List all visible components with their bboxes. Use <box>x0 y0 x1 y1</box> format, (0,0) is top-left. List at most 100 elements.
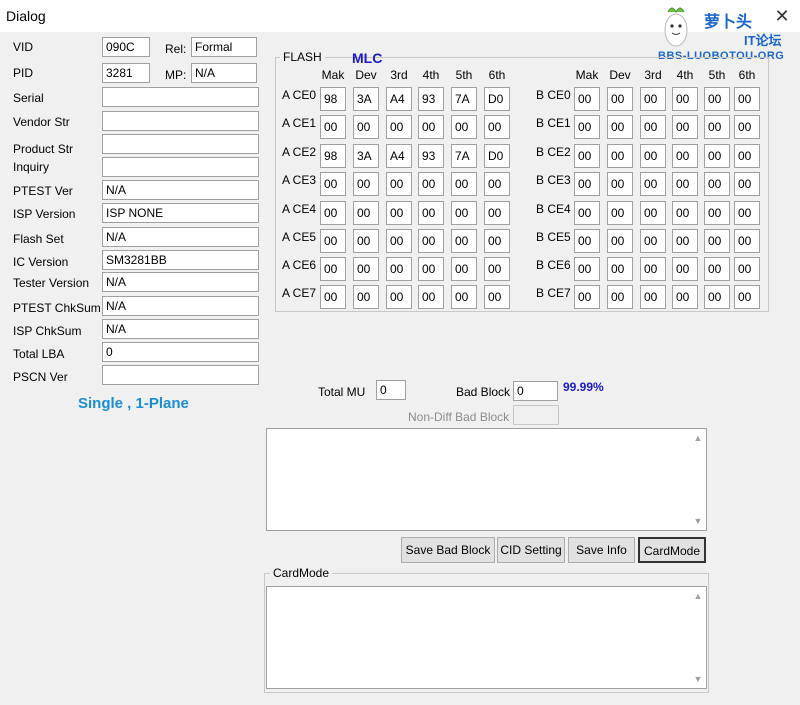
flash-b-id-cell[interactable]: 00 <box>734 87 760 111</box>
ic-version-field[interactable]: SM3281BB <box>102 250 259 270</box>
flash-a-id-cell[interactable]: 00 <box>320 172 346 196</box>
flash-a-id-cell[interactable]: 00 <box>353 201 379 225</box>
flash-a-id-cell[interactable]: 00 <box>484 201 510 225</box>
flash-b-id-cell[interactable]: 00 <box>704 285 730 309</box>
flash-a-id-cell[interactable]: A4 <box>386 87 412 111</box>
flash-a-id-cell[interactable]: 00 <box>451 229 477 253</box>
flash-a-id-cell[interactable]: 00 <box>320 115 346 139</box>
flash-b-id-cell[interactable]: 00 <box>704 257 730 281</box>
flash-a-id-cell[interactable]: 00 <box>386 201 412 225</box>
flash-b-id-cell[interactable]: 00 <box>607 285 633 309</box>
flash-a-id-cell[interactable]: 00 <box>320 201 346 225</box>
flash-b-id-cell[interactable]: 00 <box>640 172 666 196</box>
flash-b-id-cell[interactable]: 00 <box>607 172 633 196</box>
ptest-ver-field[interactable]: N/A <box>102 180 259 200</box>
cardmode-textarea[interactable]: ▲ ▼ <box>266 586 707 689</box>
flash-b-id-cell[interactable]: 00 <box>640 257 666 281</box>
flash-a-id-cell[interactable]: 00 <box>353 285 379 309</box>
flash-a-id-cell[interactable]: 00 <box>451 257 477 281</box>
flash-b-id-cell[interactable]: 00 <box>734 229 760 253</box>
flash-b-id-cell[interactable]: 00 <box>672 229 698 253</box>
flash-b-id-cell[interactable]: 00 <box>672 285 698 309</box>
ptest-chksum-field[interactable]: N/A <box>102 296 259 316</box>
flash-b-id-cell[interactable]: 00 <box>607 201 633 225</box>
flash-b-id-cell[interactable]: 00 <box>574 257 600 281</box>
product-str-field[interactable] <box>102 134 259 154</box>
flash-b-id-cell[interactable]: 00 <box>607 115 633 139</box>
cardmode-scrollbar[interactable]: ▲ ▼ <box>690 587 706 688</box>
flash-b-id-cell[interactable]: 00 <box>640 115 666 139</box>
flash-a-id-cell[interactable]: 00 <box>484 257 510 281</box>
flash-b-id-cell[interactable]: 00 <box>704 115 730 139</box>
flash-a-id-cell[interactable]: 00 <box>353 229 379 253</box>
flash-b-id-cell[interactable]: 00 <box>672 201 698 225</box>
flash-b-id-cell[interactable]: 00 <box>574 87 600 111</box>
flash-b-id-cell[interactable]: 00 <box>640 229 666 253</box>
flash-b-id-cell[interactable]: 00 <box>704 87 730 111</box>
flash-b-id-cell[interactable]: 00 <box>734 285 760 309</box>
flash-a-id-cell[interactable]: 00 <box>320 257 346 281</box>
flash-a-id-cell[interactable]: 3A <box>353 87 379 111</box>
scroll-down-icon[interactable]: ▼ <box>693 516 703 526</box>
flash-b-id-cell[interactable]: 00 <box>672 257 698 281</box>
flash-a-id-cell[interactable]: 98 <box>320 87 346 111</box>
flash-b-id-cell[interactable]: 00 <box>640 87 666 111</box>
flash-a-id-cell[interactable]: D0 <box>484 144 510 168</box>
flash-b-id-cell[interactable]: 00 <box>607 144 633 168</box>
flash-b-id-cell[interactable]: 00 <box>574 285 600 309</box>
flash-a-id-cell[interactable]: 00 <box>386 285 412 309</box>
serial-field[interactable] <box>102 87 259 107</box>
flash-a-id-cell[interactable]: 00 <box>418 257 444 281</box>
flash-b-id-cell[interactable]: 00 <box>640 201 666 225</box>
close-icon[interactable]: ✕ <box>772 6 792 26</box>
inquiry-field[interactable] <box>102 157 259 177</box>
flash-a-id-cell[interactable]: 00 <box>320 285 346 309</box>
flash-b-id-cell[interactable]: 00 <box>704 144 730 168</box>
flash-a-id-cell[interactable]: 00 <box>386 172 412 196</box>
flash-a-id-cell[interactable]: 00 <box>386 115 412 139</box>
flash-b-id-cell[interactable]: 00 <box>734 201 760 225</box>
flash-a-id-cell[interactable]: 00 <box>418 285 444 309</box>
flash-b-id-cell[interactable]: 00 <box>607 229 633 253</box>
flash-a-id-cell[interactable]: 00 <box>451 172 477 196</box>
flash-a-id-cell[interactable]: 00 <box>484 115 510 139</box>
flash-a-id-cell[interactable]: 00 <box>320 229 346 253</box>
flash-b-id-cell[interactable]: 00 <box>607 87 633 111</box>
flash-a-id-cell[interactable]: 00 <box>418 201 444 225</box>
flash-b-id-cell[interactable]: 00 <box>704 229 730 253</box>
flash-b-id-cell[interactable]: 00 <box>574 229 600 253</box>
flash-a-id-cell[interactable]: 00 <box>386 229 412 253</box>
flash-a-id-cell[interactable]: 00 <box>451 285 477 309</box>
log-scrollbar[interactable]: ▲ ▼ <box>690 429 706 530</box>
flash-b-id-cell[interactable]: 00 <box>734 172 760 196</box>
tester-version-field[interactable]: N/A <box>102 272 259 292</box>
flash-b-id-cell[interactable]: 00 <box>734 115 760 139</box>
flash-b-id-cell[interactable]: 00 <box>734 144 760 168</box>
flash-a-id-cell[interactable]: 00 <box>451 115 477 139</box>
flash-a-id-cell[interactable]: 00 <box>418 229 444 253</box>
flash-a-id-cell[interactable]: 93 <box>418 87 444 111</box>
flash-b-id-cell[interactable]: 00 <box>640 144 666 168</box>
flash-a-id-cell[interactable]: 00 <box>418 172 444 196</box>
bad-block-field[interactable]: 0 <box>513 381 558 401</box>
rel-field[interactable]: Formal <box>191 37 257 57</box>
save-info-button[interactable]: Save Info <box>568 537 635 563</box>
flash-set-field[interactable]: N/A <box>102 227 259 247</box>
flash-a-id-cell[interactable]: 7A <box>451 87 477 111</box>
flash-a-id-cell[interactable]: 00 <box>451 201 477 225</box>
flash-b-id-cell[interactable]: 00 <box>640 285 666 309</box>
flash-b-id-cell[interactable]: 00 <box>574 115 600 139</box>
flash-b-id-cell[interactable]: 00 <box>672 144 698 168</box>
flash-b-id-cell[interactable]: 00 <box>704 201 730 225</box>
flash-b-id-cell[interactable]: 00 <box>574 144 600 168</box>
flash-a-id-cell[interactable]: 00 <box>353 172 379 196</box>
flash-a-id-cell[interactable]: 00 <box>386 257 412 281</box>
log-textarea[interactable]: ▲ ▼ <box>266 428 707 531</box>
scroll-up-icon[interactable]: ▲ <box>693 591 703 601</box>
cid-setting-button[interactable]: CID Setting <box>497 537 565 563</box>
flash-a-id-cell[interactable]: A4 <box>386 144 412 168</box>
scroll-up-icon[interactable]: ▲ <box>693 433 703 443</box>
flash-a-id-cell[interactable]: 00 <box>484 172 510 196</box>
flash-a-id-cell[interactable]: 00 <box>353 257 379 281</box>
flash-b-id-cell[interactable]: 00 <box>607 257 633 281</box>
